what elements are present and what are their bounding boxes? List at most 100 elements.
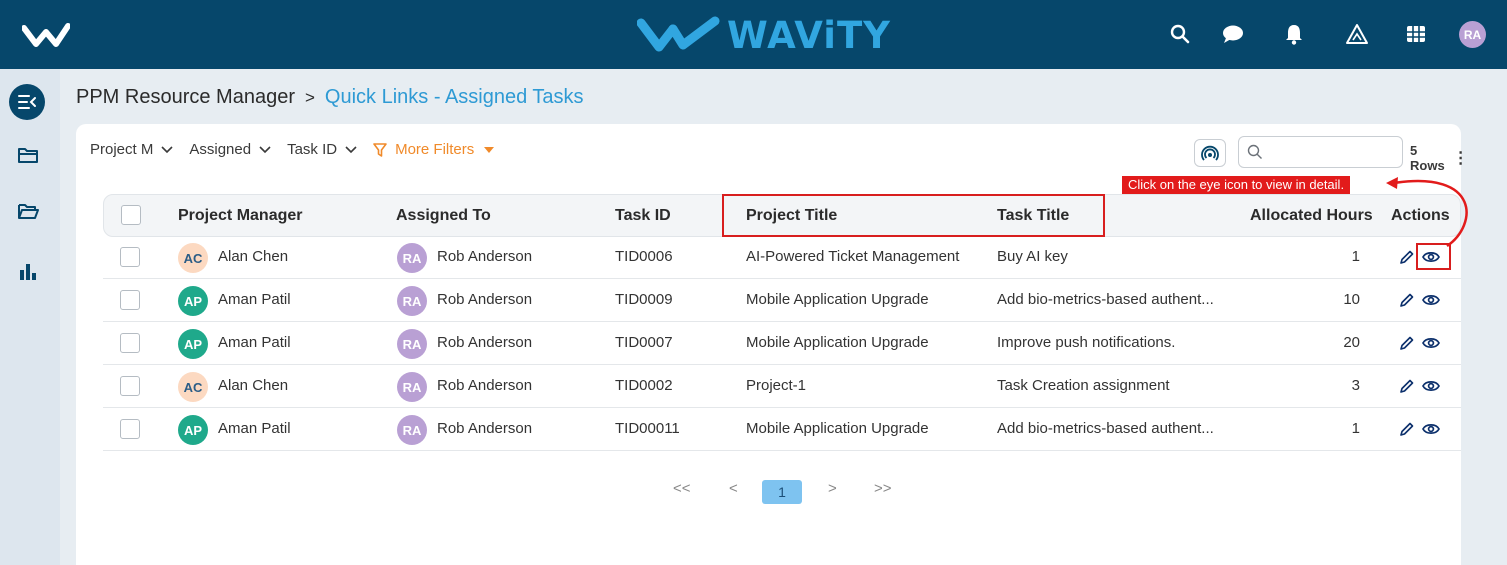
cell-task-id: TID0009 <box>615 291 673 308</box>
user-avatar[interactable]: RA <box>1459 21 1486 48</box>
chevron-down-icon <box>161 145 173 153</box>
brand-name: WAViTY <box>727 13 891 57</box>
view-eye-icon[interactable] <box>1421 290 1441 310</box>
prev-page-button[interactable]: < <box>729 480 738 497</box>
search-icon <box>1247 144 1262 159</box>
header-actions: Actions <box>1391 207 1450 224</box>
cell-task-title: Add bio-metrics-based authent... <box>997 420 1214 437</box>
breadcrumb-separator: > <box>304 87 315 107</box>
cell-project-manager: Aman Patil <box>218 291 291 308</box>
last-page-button[interactable]: >> <box>874 480 892 497</box>
table-row[interactable]: AC Alan Chen RA Rob Anderson TID0002 Pro… <box>103 365 1461 408</box>
header-assigned-to[interactable]: Assigned To <box>396 207 491 225</box>
avatar: RA <box>397 415 427 445</box>
cell-task-id: TID0007 <box>615 334 673 351</box>
cell-project-title: AI-Powered Ticket Management <box>746 248 960 265</box>
first-page-button[interactable]: << <box>673 480 691 497</box>
filter-project-manager[interactable]: Project M <box>90 141 173 158</box>
cell-task-title: Buy AI key <box>997 248 1068 265</box>
sidebar <box>0 69 60 565</box>
cell-task-title: Add bio-metrics-based authent... <box>997 291 1214 308</box>
highlight-title-columns <box>722 194 1105 237</box>
home-logo-icon[interactable] <box>22 22 70 48</box>
breadcrumb: PPM Resource Manager > Quick Links - Ass… <box>76 86 584 109</box>
page-number-current[interactable]: 1 <box>762 480 802 504</box>
cell-assigned-to: Rob Anderson <box>437 420 533 437</box>
search-field[interactable] <box>1238 136 1403 168</box>
header-project-manager[interactable]: Project Manager <box>178 207 302 225</box>
filter-assigned[interactable]: Assigned <box>189 141 271 158</box>
breadcrumb-root[interactable]: PPM Resource Manager <box>76 86 295 109</box>
folder-icon[interactable] <box>10 137 46 173</box>
menu-toggle-icon[interactable] <box>9 84 45 120</box>
cell-allocated-hours: 3 <box>1351 377 1360 394</box>
avatar: RA <box>397 329 427 359</box>
cell-assigned-to: Rob Anderson <box>437 377 533 394</box>
row-checkbox[interactable] <box>120 376 140 396</box>
more-vertical-icon[interactable]: ⋮ <box>1453 148 1469 168</box>
filter-label: Task ID <box>287 141 338 158</box>
table-row[interactable]: AP Aman Patil RA Rob Anderson TID00011 M… <box>103 408 1461 451</box>
row-checkbox[interactable] <box>120 333 140 353</box>
cell-assigned-to: Rob Anderson <box>437 248 533 265</box>
annotation-callout: Click on the eye icon to view in detail. <box>1122 176 1351 194</box>
row-checkbox[interactable] <box>120 290 140 310</box>
filter-task-id[interactable]: Task ID <box>287 141 357 158</box>
avatar: RA <box>397 243 427 273</box>
table-row[interactable]: AP Aman Patil RA Rob Anderson TID0009 Mo… <box>103 279 1461 322</box>
avatar: AP <box>178 329 208 359</box>
cell-task-title: Task Creation assignment <box>997 377 1170 394</box>
view-eye-icon[interactable] <box>1421 419 1441 439</box>
next-page-button[interactable]: > <box>828 480 837 497</box>
cell-project-title: Mobile Application Upgrade <box>746 420 929 437</box>
breadcrumb-current[interactable]: Quick Links - Assigned Tasks <box>325 86 584 109</box>
select-all-checkbox[interactable] <box>121 205 141 225</box>
filter-funnel-icon <box>373 142 387 157</box>
sync-button[interactable] <box>1194 139 1226 167</box>
brand-mark-icon <box>637 16 720 52</box>
rows-per-page[interactable]: 5 Rows ⋮ <box>1410 143 1469 173</box>
edit-icon[interactable] <box>1397 290 1417 310</box>
avatar: RA <box>397 286 427 316</box>
table-row[interactable]: AP Aman Patil RA Rob Anderson TID0007 Mo… <box>103 322 1461 365</box>
edit-icon[interactable] <box>1397 419 1417 439</box>
edit-icon[interactable] <box>1397 376 1417 396</box>
header-allocated-hours[interactable]: Allocated Hours <box>1250 207 1373 225</box>
cell-project-title: Mobile Application Upgrade <box>746 291 929 308</box>
cell-allocated-hours: 10 <box>1343 291 1360 308</box>
alert-triangle-icon[interactable] <box>1345 22 1369 46</box>
table-row[interactable]: AC Alan Chen RA Rob Anderson TID0006 AI-… <box>103 236 1461 279</box>
view-eye-icon[interactable] <box>1421 333 1441 353</box>
row-checkbox[interactable] <box>120 419 140 439</box>
more-filters-label: More Filters <box>395 141 475 158</box>
row-checkbox[interactable] <box>120 247 140 267</box>
cell-project-manager: Aman Patil <box>218 420 291 437</box>
folder-open-icon[interactable] <box>10 193 46 229</box>
header-task-id[interactable]: Task ID <box>615 207 671 225</box>
cell-assigned-to: Rob Anderson <box>437 334 533 351</box>
cell-project-manager: Alan Chen <box>218 377 289 394</box>
avatar: AP <box>178 286 208 316</box>
search-icon[interactable] <box>1168 22 1192 46</box>
edit-icon[interactable] <box>1397 333 1417 353</box>
filter-bar: Project M Assigned Task ID More Filters <box>90 141 495 158</box>
brand-logo: WAViTY <box>637 12 891 58</box>
bar-chart-icon[interactable] <box>10 253 46 289</box>
cell-task-title: Improve push notifications. <box>997 334 1176 351</box>
grid-icon[interactable] <box>1404 22 1428 46</box>
filter-label: Assigned <box>189 141 252 158</box>
search-input[interactable] <box>1269 141 1394 163</box>
view-eye-icon[interactable] <box>1421 376 1441 396</box>
bell-icon[interactable] <box>1282 22 1306 46</box>
filter-label: Project M <box>90 141 154 158</box>
chat-icon[interactable] <box>1221 22 1245 46</box>
cell-project-title: Mobile Application Upgrade <box>746 334 929 351</box>
avatar: AP <box>178 415 208 445</box>
more-filters-button[interactable]: More Filters <box>373 141 495 158</box>
cell-project-manager: Aman Patil <box>218 334 291 351</box>
chevron-down-icon <box>345 145 357 153</box>
avatar: AC <box>178 372 208 402</box>
edit-icon[interactable] <box>1397 247 1417 267</box>
cell-allocated-hours: 1 <box>1351 420 1360 437</box>
cell-assigned-to: Rob Anderson <box>437 291 533 308</box>
